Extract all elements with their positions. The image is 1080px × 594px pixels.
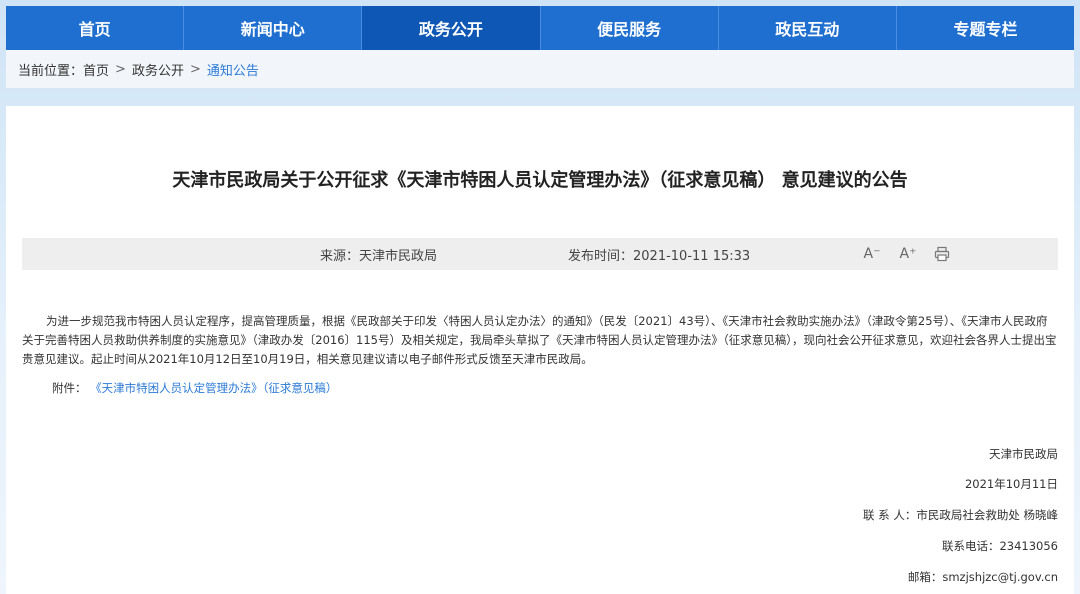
article-body: 为进一步规范我市特困人员认定程序，提高管理质量，根据《民政部关于印发〈特困人员认… xyxy=(22,314,1057,366)
nav-item-services[interactable]: 便民服务 xyxy=(541,6,719,50)
signature-date: 2021年10月11日 xyxy=(964,477,1058,491)
article-container: 天津市民政局关于公开征求《天津市特困人员认定管理办法》（征求意见稿） 意见建议的… xyxy=(6,106,1074,594)
breadcrumb-separator: > xyxy=(189,61,201,77)
attachment-link[interactable]: 《天津市特困人员认定管理办法》（征求意见稿） xyxy=(90,381,337,395)
breadcrumb-prefix: 当前位置： xyxy=(18,63,84,79)
breadcrumb-separator: > xyxy=(115,61,126,77)
printer-icon[interactable] xyxy=(932,244,952,264)
article-meta-bar: 来源：天津市民政局 发布时间：2021-10-11 15:33 A⁻ A⁺ xyxy=(22,238,1058,270)
breadcrumb: 当前位置： 首页 > 政务公开 > 通知公告 xyxy=(6,50,1074,88)
article-title: 天津市民政局关于公开征求《天津市特困人员认定管理办法》（征求意见稿） 意见建议的… xyxy=(172,170,908,191)
breadcrumb-gov-affairs[interactable]: 政务公开 xyxy=(132,60,184,79)
signature-contact: 联 系 人：市民政局社会救助处 杨晓峰 xyxy=(863,508,1058,522)
nav-item-gov-affairs[interactable]: 政务公开 xyxy=(362,6,541,50)
font-decrease-icon[interactable]: A⁻ xyxy=(862,244,882,264)
nav-item-interaction[interactable]: 政民互动 xyxy=(719,6,897,50)
breadcrumb-current[interactable]: 通知公告 xyxy=(207,60,259,79)
nav-item-topics[interactable]: 专题专栏 xyxy=(897,6,1074,50)
signature-phone: 联系电话：23413056 xyxy=(941,539,1058,553)
article-date: 发布时间：2021-10-11 15:33 xyxy=(568,248,751,264)
article-source: 来源：天津市民政局 xyxy=(320,248,438,264)
font-increase-icon[interactable]: A⁺ xyxy=(898,244,918,264)
top-nav: 首页 新闻中心 政务公开 便民服务 政民互动 专题专栏 xyxy=(6,6,1074,50)
attachment-label: 附件： xyxy=(52,381,87,395)
attachment: 附件： 《天津市特困人员认定管理办法》（征求意见稿） xyxy=(52,380,337,396)
signature-email: 邮箱：smzjshjzc@tj.gov.cn xyxy=(907,570,1058,584)
nav-item-home[interactable]: 首页 xyxy=(6,6,185,50)
nav-item-news[interactable]: 新闻中心 xyxy=(184,6,363,50)
breadcrumb-home[interactable]: 首页 xyxy=(83,60,109,79)
signature-org: 天津市民政局 xyxy=(989,447,1058,461)
